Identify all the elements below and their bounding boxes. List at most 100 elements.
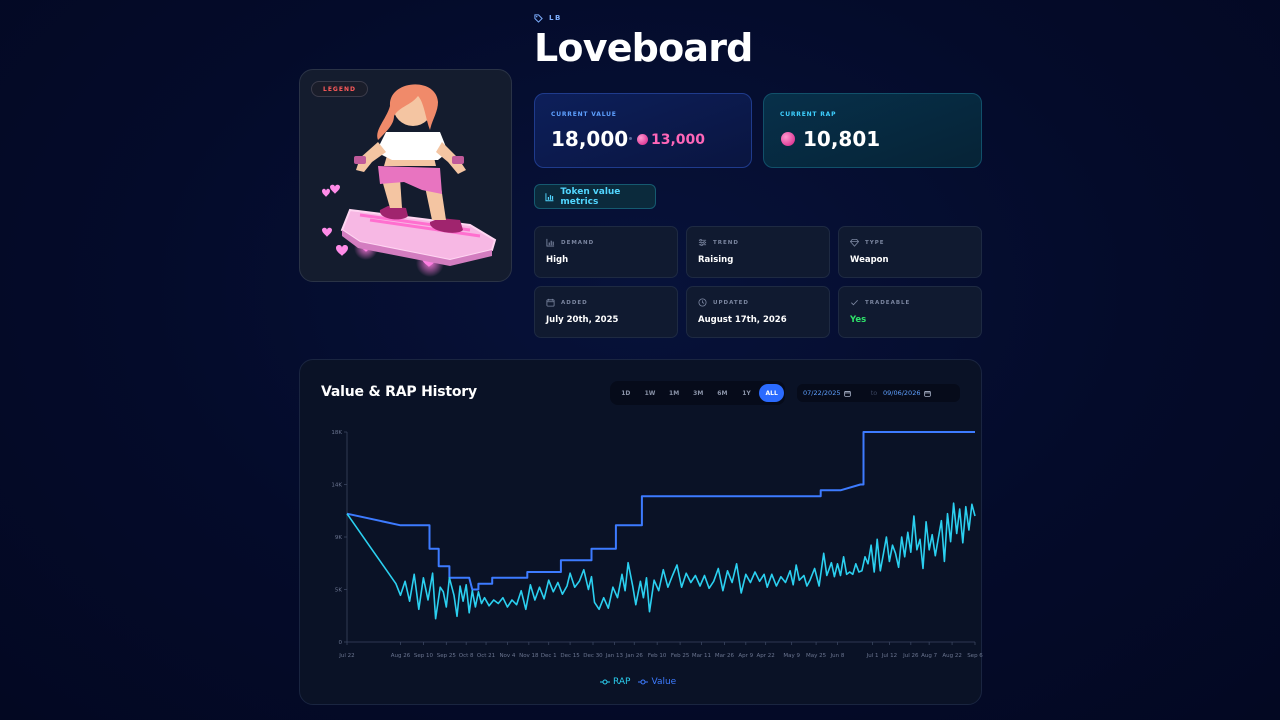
x-tick-label: Oct 8	[459, 653, 474, 659]
date-to-value: 09/06/2026	[883, 389, 921, 397]
y-tick-label: 0	[339, 640, 343, 646]
tradeable-value: Yes	[850, 315, 867, 325]
check-icon	[851, 299, 858, 306]
bar-chart-icon	[545, 192, 554, 201]
rarity-badge: LEGEND	[311, 81, 368, 97]
x-tick-label: Apr 22	[757, 653, 775, 659]
x-tick-label: May 9	[783, 653, 800, 659]
legend-rap[interactable]: RAP	[600, 677, 630, 687]
x-tick-label: Jul 26	[902, 653, 919, 659]
x-tick-label: Jun 8	[830, 653, 845, 659]
x-tick-label: Dec 1	[541, 653, 557, 659]
x-tick-label: Dec 30	[583, 653, 603, 659]
item-tag-label: LB	[549, 14, 562, 22]
x-tick-label: Jan 13	[605, 653, 624, 659]
x-tick-label: Jul 22	[338, 653, 354, 659]
x-tick-label: Jan 26	[625, 653, 644, 659]
type-value: Weapon	[850, 255, 889, 265]
y-tick-label: 18K	[331, 430, 342, 436]
x-tick-label: Sep 25	[437, 653, 457, 659]
current-value: 18,000	[551, 127, 629, 151]
x-tick-label: Feb 25	[671, 653, 690, 659]
date-range-picker: 07/22/2025 to 09/06/2026	[797, 384, 960, 402]
x-tick-label: Mar 26	[715, 653, 735, 659]
item-image-card: LEGEND	[299, 69, 512, 282]
range-1w-button[interactable]: 1W	[638, 384, 662, 402]
demand-value: High	[546, 255, 569, 265]
date-from-value: 07/22/2025	[803, 389, 841, 397]
x-tick-label: Jul 1	[866, 653, 879, 659]
added-tile: ADDED July 20th, 2025	[534, 286, 678, 338]
trend-label: TREND	[713, 239, 739, 246]
current-rap-label: CURRENT RAP	[780, 111, 837, 118]
trend-value: Raising	[698, 255, 734, 265]
current-rap-card: CURRENT RAP 10,801	[763, 93, 982, 168]
item-tag: LB	[534, 12, 562, 24]
token-value-metrics-button[interactable]: Token value metrics	[534, 184, 656, 209]
x-tick-label: Nov 18	[519, 653, 539, 659]
tradeable-label: TRADEABLE	[865, 299, 911, 306]
chart-title: Value & RAP History	[321, 384, 477, 400]
y-tick-label: 5K	[335, 588, 342, 594]
separator-dot	[629, 137, 632, 140]
page-title: Loveboard	[534, 26, 753, 70]
type-tile: TYPE Weapon	[838, 226, 982, 278]
legend-value[interactable]: Value	[638, 677, 676, 687]
trend-tile: TREND Raising	[686, 226, 830, 278]
legend-rap-label: RAP	[613, 677, 631, 687]
x-tick-label: Feb 10	[648, 653, 667, 659]
x-tick-label: Aug 7	[921, 653, 937, 659]
x-tick-label: Sep 10	[414, 653, 434, 659]
diamond-icon	[850, 238, 859, 247]
x-tick-label: Oct 21	[477, 653, 495, 659]
y-tick-label: 14K	[331, 483, 342, 489]
x-tick-label: Apr 9	[738, 653, 753, 659]
current-token-value: 13,000	[651, 132, 706, 148]
sliders-icon	[698, 238, 707, 247]
calendar-icon	[546, 298, 555, 307]
date-from-input[interactable]: 07/22/2025	[803, 389, 865, 397]
time-range-selector: 1D 1W 1M 3M 6M 1Y ALL	[610, 381, 785, 405]
demand-label: DEMAND	[561, 239, 595, 246]
x-tick-label: Aug 22	[942, 653, 962, 659]
x-tick-label: Dec 15	[560, 653, 580, 659]
legend-value-label: Value	[651, 677, 677, 687]
current-rap: 10,801	[803, 127, 881, 151]
demand-tile: DEMAND High	[534, 226, 678, 278]
item-image	[322, 84, 497, 277]
date-to-input[interactable]: 09/06/2026	[883, 389, 945, 397]
value-legend-marker-icon	[638, 679, 649, 685]
calendar-icon	[844, 390, 852, 397]
range-1y-button[interactable]: 1Y	[735, 384, 759, 402]
token-value-metrics-label: Token value metrics	[560, 186, 621, 207]
y-tick-label: 9K	[335, 535, 342, 541]
rap-legend-marker-icon	[600, 679, 610, 685]
x-tick-label: Sep 6	[967, 653, 983, 659]
updated-value: August 17th, 2026	[698, 315, 787, 325]
range-all-button[interactable]: ALL	[758, 384, 785, 402]
type-label: TYPE	[865, 239, 885, 246]
x-tick-label: Mar 11	[692, 653, 711, 659]
range-1m-button[interactable]: 1M	[662, 384, 686, 402]
bar-chart-icon	[546, 238, 555, 247]
clock-icon	[698, 298, 707, 307]
x-tick-label: Nov 4	[499, 653, 515, 659]
range-3m-button[interactable]: 3M	[686, 384, 710, 402]
x-tick-label: Aug 26	[391, 653, 411, 659]
x-tick-label: Jul 12	[881, 653, 897, 659]
tradeable-tile: TRADEABLE Yes	[838, 286, 982, 338]
current-value-card: CURRENT VALUE 18,000 13,000	[534, 93, 752, 168]
updated-label: UPDATED	[713, 299, 749, 306]
rap-series-line	[346, 502, 976, 620]
range-1d-button[interactable]: 1D	[614, 384, 638, 402]
history-chart: 0 5K 9K 14K 18K Jul 22 Aug 26 Sep 10 Sep 25 Oct 8…	[331, 430, 983, 659]
token-coin-icon	[781, 132, 795, 146]
updated-tile: UPDATED August 17th, 2026	[686, 286, 830, 338]
calendar-icon	[924, 390, 932, 397]
current-value-label: CURRENT VALUE	[551, 111, 617, 118]
x-tick-label: May 25	[806, 653, 827, 659]
chart-legend: RAP Value	[600, 677, 676, 687]
date-separator: to	[870, 389, 878, 397]
range-6m-button[interactable]: 6M	[711, 384, 735, 402]
added-label: ADDED	[561, 299, 588, 306]
